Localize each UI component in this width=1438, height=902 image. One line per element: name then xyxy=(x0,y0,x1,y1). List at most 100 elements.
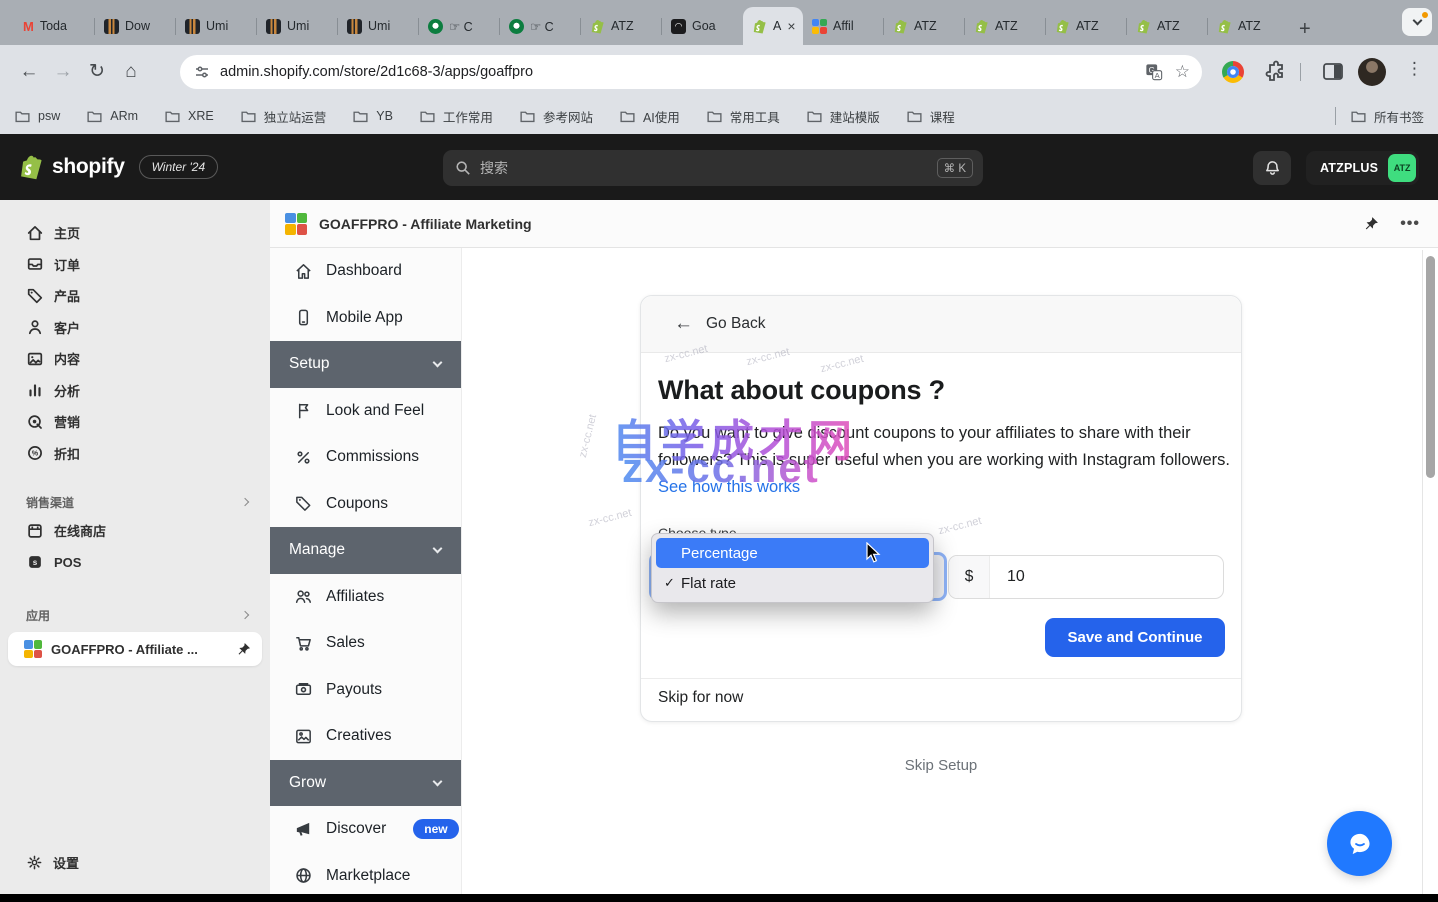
sidebar-item-discounts[interactable]: %折扣 xyxy=(0,438,270,470)
extensions-icon[interactable] xyxy=(1264,60,1288,84)
new-tab-button[interactable]: + xyxy=(1299,19,1311,39)
sidebar-item-analytics[interactable]: 分析 xyxy=(0,375,270,407)
book-icon xyxy=(347,19,362,34)
sidebar-item-settings[interactable]: 设置 xyxy=(0,846,270,878)
sidebar-item-products[interactable]: 产品 xyxy=(0,280,270,312)
tab-label: Dow xyxy=(125,19,150,33)
nav-item-commissions[interactable]: Commissions xyxy=(270,434,461,481)
side-panel-icon[interactable] xyxy=(1322,61,1344,83)
tab-goa[interactable]: ◠Goa xyxy=(662,7,743,45)
sidebar-item-goaffpro[interactable]: GOAFFPRO - Affiliate ... xyxy=(8,632,262,666)
profile-avatar[interactable] xyxy=(1358,58,1386,86)
sidebar-item-orders[interactable]: 订单 xyxy=(0,249,270,281)
home-button[interactable]: ⌂ xyxy=(114,61,148,83)
bookmark-folder[interactable]: 独立站运营 xyxy=(240,107,327,126)
bookmark-folder[interactable]: ARm xyxy=(86,108,138,125)
sidebar-item-customers[interactable]: 客户 xyxy=(0,312,270,344)
tab-active-goaffpro[interactable]: A× xyxy=(743,7,803,45)
dropdown-option-flat-rate[interactable]: ✓Flat rate xyxy=(656,568,929,598)
site-settings-icon[interactable] xyxy=(194,64,210,80)
browser-menu-icon[interactable]: ⋮ xyxy=(1406,59,1423,79)
nav-item-discover[interactable]: Discovernew xyxy=(270,806,461,853)
nav-section-setup[interactable]: Setup xyxy=(270,341,461,388)
skip-setup-link[interactable]: Skip Setup xyxy=(640,757,1242,774)
sidebar-item-pos[interactable]: sPOS xyxy=(0,547,270,579)
sidebar-item-content[interactable]: 内容 xyxy=(0,343,270,375)
tab-shopify-6[interactable]: ATZ xyxy=(1208,7,1289,45)
global-search[interactable]: ⌘ K xyxy=(443,150,983,186)
nav-item-mobile-app[interactable]: Mobile App xyxy=(270,295,461,342)
tab-book-2[interactable]: Umi xyxy=(176,7,257,45)
app-menu-icon[interactable]: ••• xyxy=(1400,215,1420,233)
tab-shopify-5[interactable]: ATZ xyxy=(1127,7,1208,45)
tab-shopify-3[interactable]: ATZ xyxy=(965,7,1046,45)
bookmark-folder[interactable]: XRE xyxy=(164,108,214,125)
sidebar-item-marketing[interactable]: 营销 xyxy=(0,406,270,438)
release-badge[interactable]: Winter '24 xyxy=(139,155,219,179)
skip-for-now-link[interactable]: Skip for now xyxy=(658,689,743,707)
tab-shopify-4[interactable]: ATZ xyxy=(1046,7,1127,45)
storefront-icon xyxy=(26,522,44,540)
reload-button[interactable]: ↻ xyxy=(80,60,114,83)
chevron-right-icon xyxy=(241,498,249,506)
nav-label: Marketplace xyxy=(326,867,410,885)
bookmark-star-icon[interactable]: ☆ xyxy=(1175,62,1190,82)
bookmark-folder[interactable]: 课程 xyxy=(906,107,955,126)
chat-widget-button[interactable] xyxy=(1327,811,1392,876)
bookmark-folder[interactable]: YB xyxy=(352,108,393,125)
apps-heading[interactable]: 应用 xyxy=(0,602,270,628)
tab-shopify-2[interactable]: ATZ xyxy=(884,7,965,45)
scrollbar-thumb[interactable] xyxy=(1426,256,1435,478)
dropdown-option-percentage[interactable]: Percentage xyxy=(656,538,929,568)
amount-input[interactable] xyxy=(990,556,1223,598)
bookmark-folder[interactable]: 建站模版 xyxy=(806,107,880,126)
bookmark-folder[interactable]: 常用工具 xyxy=(706,107,780,126)
sidebar-item-home[interactable]: 主页 xyxy=(0,217,270,249)
nav-item-affiliates[interactable]: Affiliates xyxy=(270,574,461,621)
tab-book-3[interactable]: Umi xyxy=(257,7,338,45)
pin-icon[interactable] xyxy=(235,641,252,658)
nav-item-sales[interactable]: Sales xyxy=(270,620,461,667)
nav-section-manage[interactable]: Manage xyxy=(270,527,461,574)
sidebar-item-online-store[interactable]: 在线商店 xyxy=(0,515,270,547)
tab-gmail[interactable]: MToda xyxy=(14,7,95,45)
tab-book-1[interactable]: Dow xyxy=(95,7,176,45)
nav-item-look-and-feel[interactable]: Look and Feel xyxy=(270,388,461,435)
nav-item-creatives[interactable]: Creatives xyxy=(270,713,461,760)
bookmark-folder[interactable]: psw xyxy=(14,108,60,125)
notifications-button[interactable] xyxy=(1253,151,1291,185)
tab-green-2[interactable]: ☞ C xyxy=(500,7,581,45)
content-scrollbar[interactable] xyxy=(1422,250,1438,894)
toolbar-divider xyxy=(1300,63,1301,81)
address-bar[interactable]: admin.shopify.com/store/2d1c68-3/apps/go… xyxy=(180,55,1202,89)
nav-item-marketplace[interactable]: Marketplace xyxy=(270,853,461,895)
bookmark-folder[interactable]: AI使用 xyxy=(619,107,680,126)
pin-icon[interactable] xyxy=(1362,215,1380,233)
search-input[interactable] xyxy=(480,160,937,176)
shopify-icon xyxy=(974,19,989,34)
store-menu-button[interactable]: ATZPLUS ATZ xyxy=(1306,151,1419,185)
tab-affil[interactable]: Affil xyxy=(803,7,884,45)
forward-button[interactable]: → xyxy=(46,61,80,83)
tab-shopify-1[interactable]: ATZ xyxy=(581,7,662,45)
nav-section-grow[interactable]: Grow xyxy=(270,760,461,807)
chrome-theme-icon[interactable] xyxy=(1222,61,1244,83)
all-bookmarks-button[interactable]: 所有书签 xyxy=(1350,107,1424,126)
close-tab-icon[interactable]: × xyxy=(787,18,795,34)
save-and-continue-button[interactable]: Save and Continue xyxy=(1045,618,1225,657)
sales-channels-heading[interactable]: 销售渠道 xyxy=(0,489,270,515)
nav-item-coupons[interactable]: Coupons xyxy=(270,481,461,528)
tab-green-1[interactable]: ☞ C xyxy=(419,7,500,45)
translate-icon[interactable]: GA xyxy=(1145,63,1163,81)
bookmark-folder[interactable]: 参考网站 xyxy=(519,107,593,126)
go-back-bar[interactable]: ← Go Back xyxy=(641,296,1241,353)
back-button[interactable]: ← xyxy=(12,61,46,83)
bookmark-folder[interactable]: 工作常用 xyxy=(419,107,493,126)
shopify-logo[interactable]: shopify xyxy=(18,153,125,181)
nav-item-payouts[interactable]: Payouts xyxy=(270,667,461,714)
folder-icon xyxy=(706,108,723,125)
nav-item-dashboard[interactable]: Dashboard xyxy=(270,248,461,295)
tab-search-chevron-button[interactable] xyxy=(1402,8,1432,36)
url-text[interactable]: admin.shopify.com/store/2d1c68-3/apps/go… xyxy=(220,64,1133,80)
tab-book-4[interactable]: Umi xyxy=(338,7,419,45)
